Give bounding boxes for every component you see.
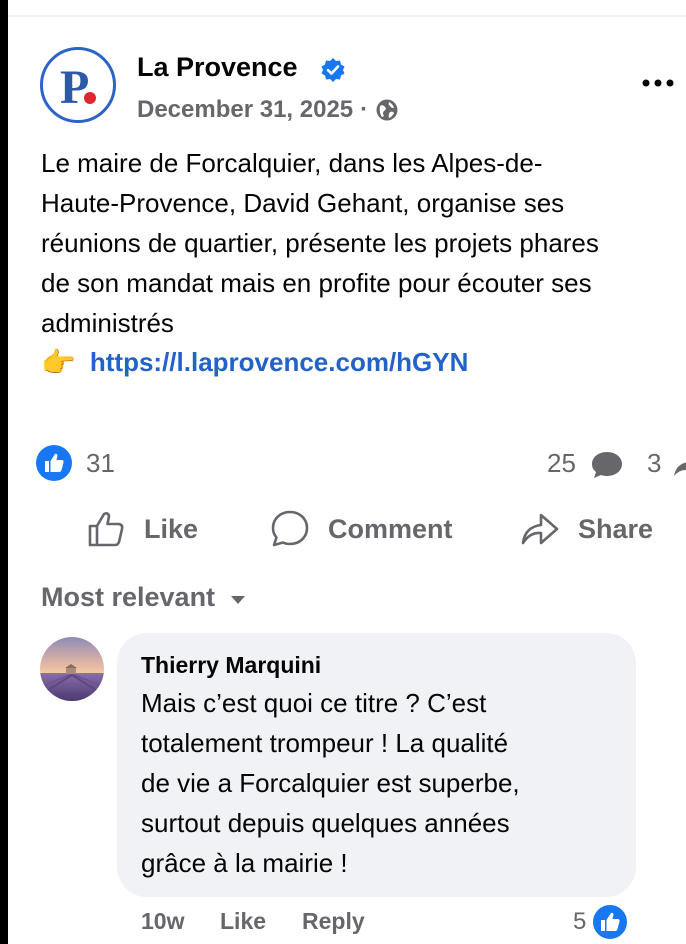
- comment-author[interactable]: Thierry Marquini: [141, 652, 321, 679]
- left-edge-bar: [0, 0, 8, 944]
- top-divider: [8, 15, 686, 17]
- pointing-hand-emoji: 👉: [41, 346, 76, 378]
- comment-text: Mais c’est quoi ce titre ? C’est totalem…: [141, 688, 520, 878]
- comment-count[interactable]: 25: [547, 448, 576, 479]
- share-count[interactable]: 3: [647, 448, 661, 479]
- post-date[interactable]: December 31, 2025: [137, 96, 353, 124]
- lavender-field-photo: [40, 637, 104, 701]
- commenter-avatar[interactable]: [40, 637, 104, 701]
- share-button[interactable]: Share: [520, 507, 653, 551]
- comment-time[interactable]: 10w: [141, 908, 184, 935]
- reaction-count[interactable]: 31: [86, 448, 115, 479]
- comment-button[interactable]: Comment: [270, 507, 453, 551]
- like-button[interactable]: Like: [86, 507, 198, 551]
- sort-label: Most relevant: [41, 582, 216, 612]
- page-avatar[interactable]: P: [40, 47, 116, 123]
- svg-text:P: P: [60, 61, 89, 114]
- thumbs-up-icon: [88, 512, 124, 547]
- verified-badge-icon: [321, 58, 345, 82]
- post-text: Le maire de Forcalquier, dans les Alpes-…: [41, 148, 599, 338]
- share-button-label: Share: [578, 513, 654, 544]
- post-link[interactable]: https://l.laprovence.com/hGYN: [90, 347, 469, 378]
- share-icon: [521, 513, 559, 545]
- comment-like-button[interactable]: Like: [220, 908, 266, 935]
- meta-separator: ·: [360, 96, 369, 123]
- like-button-label: Like: [144, 513, 199, 544]
- comment-like-reaction-icon[interactable]: [591, 903, 629, 941]
- more-icon[interactable]: [640, 70, 676, 96]
- la-provence-logo: P: [60, 61, 96, 114]
- share-arrow-icon: [674, 462, 686, 476]
- comment-button-label: Comment: [328, 513, 453, 544]
- post-meta: December 31, 2025 ·: [137, 96, 399, 124]
- globe-icon: [376, 99, 398, 121]
- comment-reply-button[interactable]: Reply: [302, 908, 365, 935]
- comment-icon: [271, 510, 309, 547]
- post-link-line: 👉 https://l.laprovence.com/hGYN: [41, 342, 468, 382]
- comment-sort-dropdown[interactable]: Most relevant: [41, 582, 247, 613]
- like-reaction-icon[interactable]: [36, 445, 72, 481]
- comment-bubble-icon: [592, 452, 622, 478]
- chevron-down-icon: [231, 595, 246, 604]
- comment-reaction-count[interactable]: 5: [573, 908, 586, 936]
- page-name[interactable]: La Provence: [137, 52, 298, 83]
